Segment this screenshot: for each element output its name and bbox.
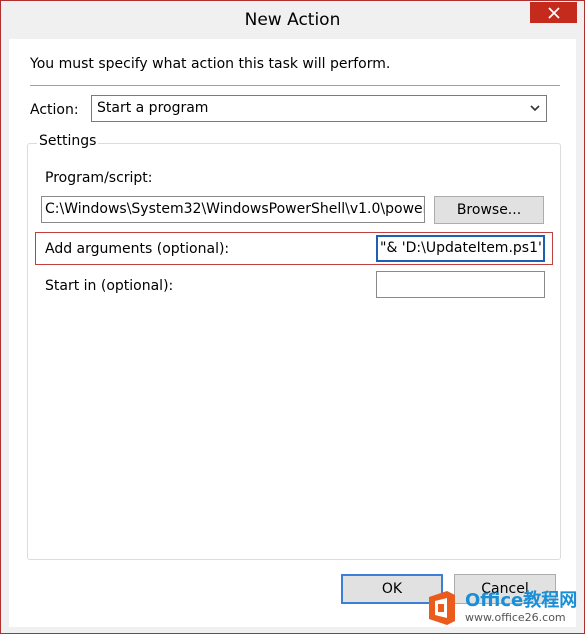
program-script-value: C:\Windows\System32\WindowsPowerShell\v1… [45,201,425,217]
program-script-label: Program/script: [45,170,153,186]
action-dropdown-value: Start a program [97,100,209,116]
chevron-down-icon [530,105,540,112]
title-bar: New Action [1,1,584,39]
watermark-title: Office教程网 [465,590,578,611]
dialog-body: You must specify what action this task w… [9,39,576,627]
add-arguments-value: "& 'D:\UpdateItem.ps1'" [380,240,545,256]
add-arguments-label: Add arguments (optional): [45,241,230,257]
close-icon [547,6,560,19]
browse-button[interactable]: Browse... [434,196,544,224]
add-arguments-input[interactable]: "& 'D:\UpdateItem.ps1'" [376,235,545,262]
watermark-url: www.office26.com [465,611,566,624]
new-action-dialog: New Action You must specify what action … [0,0,585,634]
office26-watermark: Office教程网 www.office26.com [423,586,583,630]
divider [30,85,560,86]
instruction-message: You must specify what action this task w… [30,56,391,72]
action-dropdown[interactable]: Start a program [91,95,547,122]
start-in-label: Start in (optional): [45,278,174,294]
settings-group-title: Settings [37,133,99,149]
start-in-input[interactable] [376,271,545,298]
window-title: New Action [244,10,341,30]
action-label: Action: [30,102,79,118]
program-script-input[interactable]: C:\Windows\System32\WindowsPowerShell\v1… [41,196,425,223]
office-logo-icon [429,591,455,625]
close-button[interactable] [530,2,577,23]
